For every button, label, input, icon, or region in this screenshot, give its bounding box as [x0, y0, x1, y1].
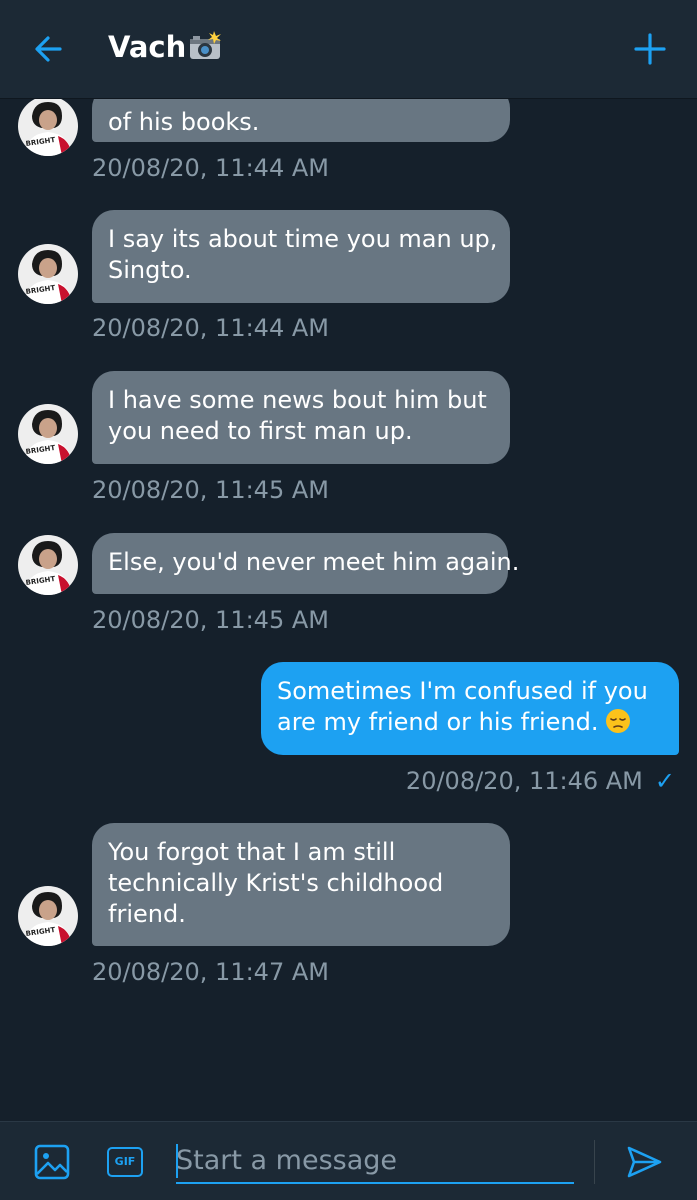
message-bubble[interactable]: I have some news bout him but you need t…: [92, 371, 510, 464]
avatar[interactable]: BRIGHT: [18, 96, 78, 156]
message-text-line-wrap: are my friend or his friend.: [277, 707, 663, 738]
avatar-image: BRIGHT: [18, 244, 78, 304]
add-button[interactable]: [627, 26, 673, 72]
message-text-line: you need to first man up.: [108, 417, 413, 445]
message-bubble[interactable]: I say its about time you man up, Singto.: [92, 210, 510, 303]
avatar-image: BRIGHT: [18, 96, 78, 156]
message-timestamp: 20/08/20, 11:44 AM: [92, 154, 329, 182]
message-text-line: friend.: [108, 900, 186, 928]
conversation-name: Vach: [108, 30, 187, 64]
message-text-line: are my friend or his friend.: [277, 708, 599, 736]
avatar-image: BRIGHT: [18, 886, 78, 946]
arrow-left-icon: [35, 36, 62, 62]
avatar[interactable]: BRIGHT: [18, 886, 78, 946]
camera-flash-emoji-icon: [190, 31, 222, 59]
message-timestamp: 20/08/20, 11:45 AM: [92, 606, 329, 634]
message-input-wrapper: [176, 1138, 574, 1184]
message-bubble[interactable]: Else, you'd never meet him again.: [92, 533, 520, 594]
avatar[interactable]: BRIGHT: [18, 404, 78, 464]
sent-check-icon: ✓: [654, 767, 675, 795]
send-icon: [627, 1146, 662, 1178]
conversation-header: Vach: [0, 0, 697, 99]
message-text-line: Singto.: [108, 256, 192, 284]
message-text: of his books.: [108, 108, 260, 136]
avatar-image: BRIGHT: [18, 404, 78, 464]
message-timestamp: 20/08/20, 11:47 AM: [92, 958, 329, 986]
add-photo-button[interactable]: [34, 1144, 70, 1180]
avatar-image: BRIGHT: [18, 535, 78, 595]
message-text: Else, you'd never meet him again.: [108, 548, 520, 576]
back-button[interactable]: [26, 26, 72, 72]
composer-divider: [594, 1140, 595, 1184]
send-button[interactable]: [624, 1142, 664, 1182]
avatar[interactable]: BRIGHT: [18, 244, 78, 304]
pensive-face-emoji-icon: [605, 709, 630, 733]
image-icon: [34, 1144, 70, 1180]
message-timestamp: 20/08/20, 11:46 AM: [405, 767, 643, 795]
dm-conversation-screen: BRIGHT of his books. 20/08/20, 11:44 AM …: [0, 0, 697, 1200]
message-timestamp: 20/08/20, 11:44 AM: [92, 314, 329, 342]
message-timestamp-row: 20/08/20, 11:46 AM ✓: [406, 767, 675, 795]
message-text-line: You forgot that I am still: [108, 838, 396, 866]
message-bubble[interactable]: You forgot that I am still technically K…: [92, 823, 510, 946]
plus-icon: [634, 33, 666, 65]
message-text-line: I say its about time you man up,: [108, 225, 498, 253]
message-composer: GIF: [0, 1121, 697, 1200]
message-bubble[interactable]: Sometimes I'm confused if you are my fri…: [261, 662, 679, 755]
message-text-line: I have some news bout him but: [108, 386, 487, 414]
message-text-line: Sometimes I'm confused if you: [277, 677, 648, 705]
gif-button[interactable]: GIF: [107, 1147, 143, 1177]
avatar[interactable]: BRIGHT: [18, 535, 78, 595]
message-input[interactable]: [176, 1138, 574, 1182]
conversation-title[interactable]: Vach: [108, 30, 222, 64]
message-timestamp: 20/08/20, 11:45 AM: [92, 476, 329, 504]
text-caret: [176, 1144, 178, 1178]
message-text-line: technically Krist's childhood: [108, 869, 444, 897]
